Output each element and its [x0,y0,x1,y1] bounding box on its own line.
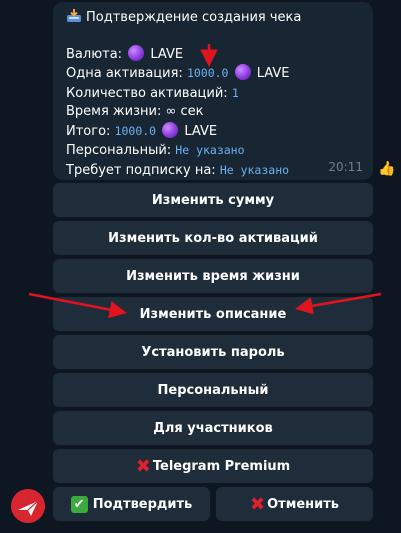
change-lifetime-button[interactable]: Изменить время жизни [53,259,373,293]
subscription-value[interactable]: Не указано [220,163,289,177]
green-check-icon: ✔ [70,495,88,513]
activations-value[interactable]: 1 [232,86,239,100]
message-time: 20:11 [328,159,363,174]
change-sum-button[interactable]: Изменить сумму [53,183,373,217]
one-activation-row: Одна активация: 1000.0 LAVE [66,64,290,81]
cancel-button[interactable]: ✖ Отменить [216,487,373,521]
one-activation-amount[interactable]: 1000.0 [187,66,229,80]
personal-value[interactable]: Не указано [175,143,244,157]
paper-plane-icon [11,489,45,523]
currency-row: Валюта: LAVE [66,44,184,62]
message-title: Подтверждение создания чека [86,10,302,25]
activations-row: Количество активаций: 1 [66,85,239,101]
red-cross-icon: ✖ [250,493,266,515]
purple-circle-icon [128,44,145,61]
telegram-premium-button[interactable]: ✖ Telegram Premium [53,449,373,483]
change-description-button[interactable]: Изменить описание [53,297,373,331]
purple-circle-icon [162,121,179,138]
message-title-row: Подтверждение создания чека [66,9,363,28]
thumbs-up-icon[interactable]: 👍 [378,161,395,177]
message-bubble: Подтверждение создания чека Валюта: LAVE… [53,2,373,180]
change-activations-button[interactable]: Изменить кол-во активаций [53,221,373,255]
for-members-button[interactable]: Для участников [53,411,373,445]
inbox-tray-icon [67,9,81,22]
lifetime-row: Время жизни: ∞ сек [66,104,204,119]
bot-avatar[interactable] [11,489,45,523]
purple-circle-icon [234,64,251,80]
subscription-row: Требует подписку на: Не указано [66,162,290,178]
personal-button[interactable]: Персональный [53,373,373,407]
total-row: Итого: 1000.0 LAVE [66,121,218,139]
red-cross-icon: ✖ [135,455,151,477]
lifetime-value: ∞ сек [165,104,204,119]
confirm-button[interactable]: ✔ Подтвердить [53,487,210,521]
total-amount[interactable]: 1000.0 [115,124,157,138]
set-password-button[interactable]: Установить пароль [53,335,373,369]
personal-row: Персональный: Не указано [66,143,245,158]
